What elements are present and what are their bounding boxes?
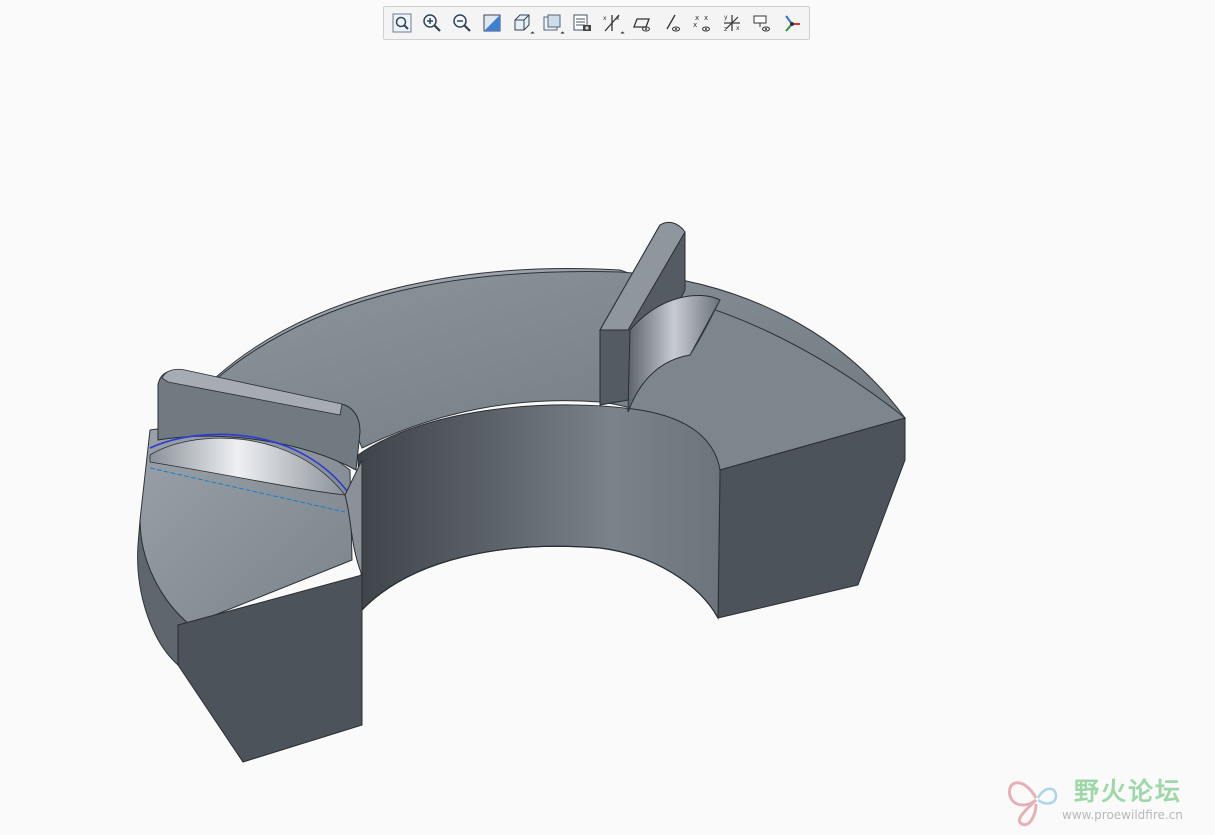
graphics-window[interactable]: xx xxx yxz 野火论坛 www.proewildfire.cn bbox=[0, 0, 1215, 835]
spin-center-icon bbox=[784, 15, 800, 32]
repaint-button[interactable] bbox=[477, 9, 506, 37]
view-manager-button[interactable] bbox=[567, 9, 596, 37]
zoom-out-icon bbox=[452, 14, 471, 32]
svg-text:x: x bbox=[704, 14, 708, 22]
svg-text:y: y bbox=[724, 14, 728, 21]
point-display-icon: x xx bbox=[693, 14, 710, 32]
view-manager-icon bbox=[573, 14, 591, 31]
3d-model-part[interactable] bbox=[0, 0, 1215, 835]
svg-text:x: x bbox=[616, 15, 620, 22]
svg-text:x: x bbox=[736, 25, 740, 32]
zoom-in-button[interactable] bbox=[417, 9, 446, 37]
butterfly-logo-icon bbox=[1007, 781, 1058, 827]
point-display-button[interactable]: xxx bbox=[687, 9, 716, 37]
display-style-icon bbox=[514, 14, 529, 31]
refit-icon bbox=[392, 13, 411, 33]
plane-display-button[interactable] bbox=[627, 9, 656, 37]
axis-display-button[interactable] bbox=[657, 9, 686, 37]
svg-text:z: z bbox=[724, 26, 727, 33]
csys-display-button[interactable]: y x z bbox=[717, 9, 746, 37]
repaint-icon bbox=[483, 14, 500, 32]
watermark-title: 野火论坛 bbox=[1074, 777, 1183, 806]
annotation-display-button[interactable] bbox=[747, 9, 776, 37]
refit-button[interactable] bbox=[387, 9, 416, 37]
saved-orientations-button[interactable] bbox=[537, 9, 566, 37]
watermark-url: www.proewildfire.cn bbox=[1062, 808, 1183, 822]
axis-display-icon bbox=[665, 14, 680, 32]
display-style-button[interactable] bbox=[507, 9, 536, 37]
saved-orientations-icon bbox=[543, 14, 560, 31]
datum-display-button[interactable]: xx bbox=[597, 9, 626, 37]
plane-display-icon bbox=[632, 18, 650, 32]
annotation-display-icon bbox=[753, 15, 770, 32]
datum-display-icon: xx bbox=[603, 14, 620, 32]
svg-text:x: x bbox=[603, 15, 607, 22]
spin-center-button[interactable] bbox=[777, 9, 806, 37]
svg-text:x: x bbox=[693, 21, 697, 29]
zoom-out-button[interactable] bbox=[447, 9, 476, 37]
csys-display-icon: y x z bbox=[723, 14, 740, 33]
view-toolbar: xx xxx yxz bbox=[383, 6, 810, 40]
inner-bore bbox=[357, 404, 721, 620]
zoom-in-icon bbox=[422, 14, 441, 32]
forum-watermark: 野火论坛 www.proewildfire.cn bbox=[1000, 768, 1205, 828]
